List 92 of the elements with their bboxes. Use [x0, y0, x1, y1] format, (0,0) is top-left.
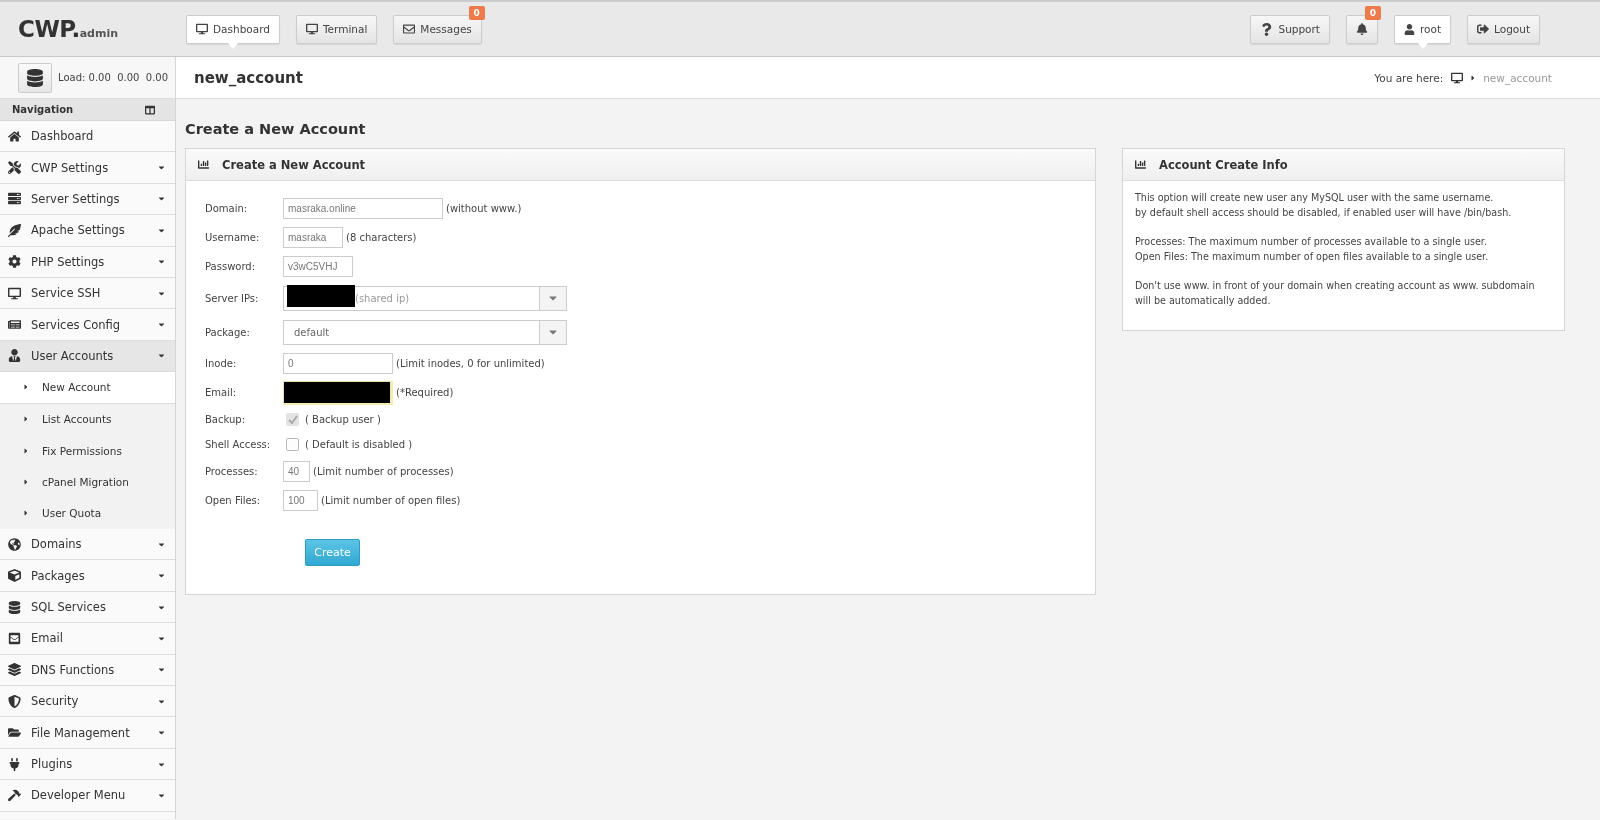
monitor-icon: [305, 23, 318, 35]
tab-pointer: [228, 42, 238, 49]
database-button[interactable]: [18, 62, 52, 93]
user-icon: [8, 349, 21, 363]
field-hint: (8 characters): [346, 232, 417, 243]
field-hint: (without www.): [446, 203, 522, 214]
input-field[interactable]: masraka.online: [283, 198, 443, 219]
field-hint: (Limit number of open files): [321, 495, 461, 506]
select-field[interactable]: default: [283, 319, 567, 345]
nav-button[interactable]: Terminal: [295, 14, 378, 44]
shield-icon: [8, 694, 21, 708]
page-title: new_account: [194, 68, 304, 87]
submenu-item[interactable]: User Quota: [0, 497, 175, 530]
input-field[interactable]: 100: [283, 490, 318, 511]
database-icon: [8, 600, 21, 614]
field-label: Domain:: [205, 203, 249, 214]
help-icon: [1260, 22, 1274, 36]
server-icon: [8, 192, 21, 206]
field-label: Package:: [205, 326, 251, 338]
field-hint: (Limit inodes, 0 for unlimited): [396, 358, 545, 369]
document-icon: [8, 318, 21, 332]
nav-button[interactable]: Dashboard: [186, 14, 280, 44]
plug-icon: [8, 757, 21, 771]
hammer-icon: [8, 788, 21, 802]
navigation-title: Navigation: [12, 104, 74, 115]
field-label: Processes:: [205, 466, 259, 477]
breadcrumb-current: new_account: [1483, 71, 1552, 84]
section-heading: Create a New Account: [185, 121, 367, 137]
redaction-bar: [287, 285, 355, 307]
field-hint: ( Backup user ): [305, 414, 381, 425]
caret-icon: [22, 509, 30, 518]
field-label: Password:: [205, 261, 257, 272]
chart-icon: [1135, 159, 1146, 170]
user-icon: [1404, 23, 1415, 35]
field-label: Email:: [205, 387, 238, 398]
info-text: Processes: The maximum number of processes available to a single user. Open Files: The maximum number of open files available to a single user.: [1135, 235, 1490, 264]
breadcrumb-label: You are here:: [1374, 71, 1444, 84]
tab-pointer: [1417, 42, 1428, 49]
sidebar-item[interactable]: User Accounts: [0, 340, 175, 373]
field-hint: ( Default is disabled ): [305, 439, 413, 450]
caret-icon: [22, 383, 30, 392]
layers-icon: [8, 663, 21, 677]
field-label: Inode:: [205, 358, 238, 369]
submenu-item[interactable]: New Account: [0, 372, 175, 404]
field-hint: (*Required): [396, 387, 454, 398]
gear-icon: [8, 255, 21, 269]
checkbox[interactable]: [286, 438, 299, 451]
field-label: Server IPs:: [205, 292, 260, 304]
info-text: Don't use www. in front of your domain when creating account as www. subdomain will be automatically added.: [1135, 279, 1536, 308]
tools-icon: [8, 161, 21, 175]
caret-icon: [22, 446, 30, 455]
field-label: Open Files:: [205, 495, 262, 506]
count-badge: 0: [468, 5, 485, 20]
info-text: This option will create new user any MySQL user with the same username. by default shell access should be disabled, if enabled user will have /bin/bash.: [1135, 191, 1513, 220]
field-label: Username:: [205, 232, 261, 243]
folder-icon: [8, 726, 21, 740]
submenu-item[interactable]: Fix Permissions: [0, 434, 175, 467]
input-field[interactable]: masraka: [283, 227, 343, 248]
home-icon: [8, 129, 21, 143]
bell-icon: [1356, 23, 1368, 35]
panel-title: Account Create Info: [1159, 157, 1288, 172]
chart-icon: [198, 159, 209, 170]
submenu-item[interactable]: cPanel Migration: [0, 466, 175, 498]
submenu-item[interactable]: List Accounts: [0, 403, 175, 435]
monitor-icon: [196, 23, 208, 35]
caret-icon: [22, 478, 30, 486]
layout-icon[interactable]: [145, 104, 155, 115]
header-button[interactable]: Logout: [1467, 14, 1540, 44]
panel-title: Create a New Account: [222, 157, 366, 172]
input-field[interactable]: 0: [283, 353, 393, 374]
header-button[interactable]: root: [1394, 14, 1452, 44]
monitor-icon: [8, 286, 21, 300]
monitor-icon[interactable]: [1451, 71, 1464, 84]
globe-icon: [8, 537, 21, 551]
header-button[interactable]: Support: [1250, 14, 1330, 44]
feather-icon: [8, 223, 21, 237]
envelope-icon: [8, 631, 21, 645]
input-field[interactable]: 40: [283, 461, 310, 482]
input-field[interactable]: v3wC5VHJ: [283, 256, 353, 277]
logout-icon: [1477, 23, 1490, 35]
logo: CWP.admin: [18, 16, 119, 42]
check-icon: [287, 415, 298, 424]
field-label: Backup:: [205, 414, 247, 425]
envelope-icon: [403, 23, 416, 35]
count-badge: 0: [1364, 5, 1381, 20]
field-hint: (Limit number of processes): [313, 466, 454, 477]
caret-icon: [22, 415, 30, 424]
database-icon: [26, 68, 44, 87]
field-label: Shell Access:: [205, 439, 272, 450]
load-text: Load: 0.00 0.00 0.00: [58, 72, 169, 83]
notifications-button[interactable]: [1346, 14, 1378, 44]
cube-icon: [8, 569, 21, 583]
